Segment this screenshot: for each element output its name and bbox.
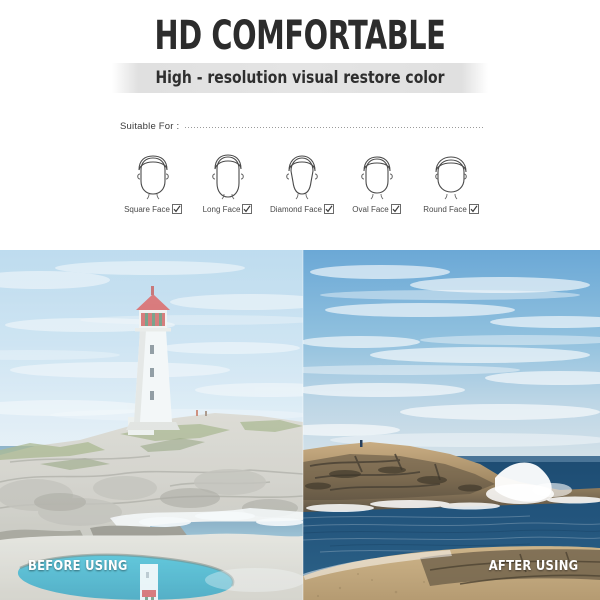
face-type-checkbox[interactable]: [324, 204, 335, 214]
face-type-label: Long Face: [202, 204, 241, 214]
before-using-label: BEFORE USING: [28, 558, 128, 574]
after-using-label: AFTER USING: [488, 558, 578, 574]
check-icon: [243, 205, 251, 213]
face-type-checkbox[interactable]: [171, 204, 182, 214]
face-type-label: Round Face: [423, 204, 467, 214]
round-face-icon: [435, 156, 467, 200]
dotted-divider: [185, 127, 485, 128]
face-type-item-square[interactable]: Square Face: [118, 153, 188, 214]
check-icon: [392, 205, 400, 213]
square-face-icon: [137, 155, 169, 200]
suitable-for-label: Suitable For :: [120, 120, 180, 132]
face-type-checkbox[interactable]: [242, 204, 253, 214]
header-section: HD COMFORTABLE High - resolution visual …: [0, 0, 600, 250]
suitable-for-row: Suitable For :: [120, 118, 485, 134]
face-type-caption: Long Face: [203, 204, 253, 214]
check-icon: [470, 205, 478, 213]
before-after-photo: BEFORE USING AFTER USING: [0, 250, 600, 600]
diamond-face-icon: [286, 155, 318, 200]
oval-face-icon: [360, 156, 393, 200]
face-type-label: Oval Face: [352, 204, 389, 214]
check-icon: [325, 205, 333, 213]
page-subtitle: High - resolution visual restore color: [155, 68, 445, 87]
face-type-label: Square Face: [124, 204, 170, 214]
face-type-caption: Round Face: [423, 204, 479, 214]
product-banner: HD COMFORTABLE High - resolution visual …: [0, 0, 600, 600]
long-face-icon: [211, 154, 244, 200]
coastal-scene-illustration: [0, 250, 600, 600]
face-type-item-oval[interactable]: Oval Face: [342, 153, 412, 214]
face-type-label: Diamond Face: [269, 204, 323, 214]
face-type-caption: Oval Face: [352, 204, 401, 214]
face-type-list: Square Face Long Face Diamond Face Oval Fac…: [118, 142, 486, 214]
face-type-checkbox[interactable]: [390, 204, 401, 214]
face-type-item-round[interactable]: Round Face: [416, 153, 486, 214]
check-icon: [173, 205, 181, 213]
face-type-caption: Square Face: [124, 204, 182, 214]
face-type-item-diamond[interactable]: Diamond Face: [267, 153, 337, 214]
page-title: HD COMFORTABLE: [154, 13, 446, 59]
face-type-item-long[interactable]: Long Face: [193, 153, 263, 214]
face-type-checkbox[interactable]: [468, 204, 479, 214]
face-type-caption: Diamond Face: [269, 204, 335, 214]
